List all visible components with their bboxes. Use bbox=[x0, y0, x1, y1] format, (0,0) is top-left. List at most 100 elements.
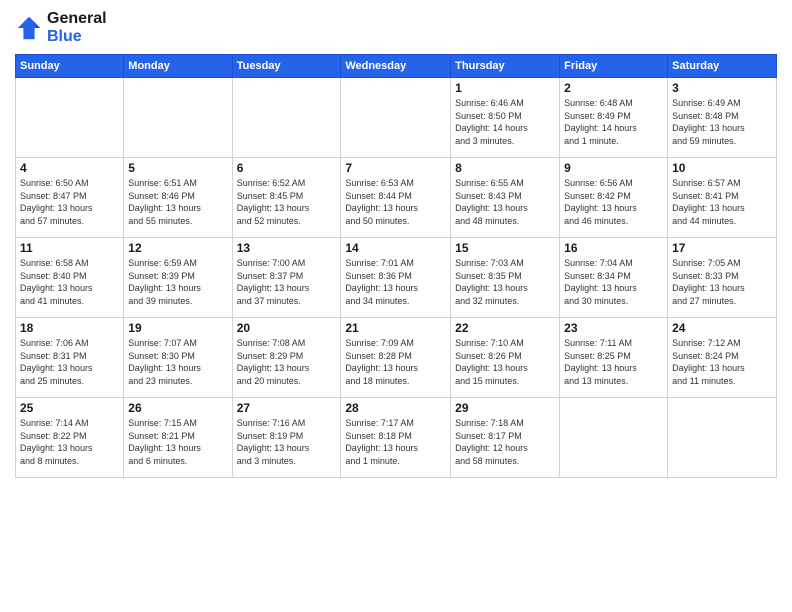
cell-date-number: 21 bbox=[345, 321, 446, 335]
cell-info-text: Sunrise: 6:56 AM Sunset: 8:42 PM Dayligh… bbox=[564, 177, 663, 227]
cell-date-number: 23 bbox=[564, 321, 663, 335]
calendar-cell: 6 Sunrise: 6:52 AM Sunset: 8:45 PM Daylig… bbox=[232, 158, 341, 238]
cell-date-number: 25 bbox=[20, 401, 119, 415]
weekday-header-sunday: Sunday bbox=[16, 55, 124, 78]
cell-info-text: Sunrise: 7:15 AM Sunset: 8:21 PM Dayligh… bbox=[128, 417, 227, 467]
calendar-cell: 29 Sunrise: 7:18 AM Sunset: 8:17 PM Dayli… bbox=[451, 398, 560, 478]
cell-info-text: Sunrise: 7:03 AM Sunset: 8:35 PM Dayligh… bbox=[455, 257, 555, 307]
calendar-cell: 28Sunrise: 7:17 AM Sunset: 8:18 PM Dayli… bbox=[341, 398, 451, 478]
week-row-5: 25 Sunrise: 7:14 AM Sunset: 8:22 PM Dayli… bbox=[16, 398, 777, 478]
cell-date-number: 12 bbox=[128, 241, 227, 255]
calendar-cell: 20 Sunrise: 7:08 AM Sunset: 8:29 PM Dayli… bbox=[232, 318, 341, 398]
cell-info-text: Sunrise: 6:59 AM Sunset: 8:39 PM Dayligh… bbox=[128, 257, 227, 307]
logo-icon bbox=[15, 14, 43, 42]
cell-date-number: 8 bbox=[455, 161, 555, 175]
calendar-cell bbox=[668, 398, 777, 478]
cell-date-number: 3 bbox=[672, 81, 772, 95]
calendar-cell: 21 Sunrise: 7:09 AM Sunset: 8:28 PM Dayli… bbox=[341, 318, 451, 398]
cell-date-number: 28 bbox=[345, 401, 446, 415]
calendar-cell: 27Sunrise: 7:16 AM Sunset: 8:19 PM Dayli… bbox=[232, 398, 341, 478]
weekday-header-wednesday: Wednesday bbox=[341, 55, 451, 78]
cell-date-number: 18 bbox=[20, 321, 119, 335]
cell-info-text: Sunrise: 7:18 AM Sunset: 8:17 PM Dayligh… bbox=[455, 417, 555, 467]
cell-date-number: 29 bbox=[455, 401, 555, 415]
calendar-cell bbox=[560, 398, 668, 478]
cell-date-number: 13 bbox=[237, 241, 337, 255]
calendar-cell: 14Sunrise: 7:01 AM Sunset: 8:36 PM Dayli… bbox=[341, 238, 451, 318]
cell-info-text: Sunrise: 6:53 AM Sunset: 8:44 PM Dayligh… bbox=[345, 177, 446, 227]
cell-info-text: Sunrise: 7:09 AM Sunset: 8:28 PM Dayligh… bbox=[345, 337, 446, 387]
calendar-cell: 13 Sunrise: 7:00 AM Sunset: 8:37 PM Dayli… bbox=[232, 238, 341, 318]
calendar-cell: 8 Sunrise: 6:55 AM Sunset: 8:43 PM Daylig… bbox=[451, 158, 560, 238]
cell-date-number: 20 bbox=[237, 321, 337, 335]
calendar-cell: 7 Sunrise: 6:53 AM Sunset: 8:44 PM Daylig… bbox=[341, 158, 451, 238]
week-row-3: 11 Sunrise: 6:58 AM Sunset: 8:40 PM Dayli… bbox=[16, 238, 777, 318]
calendar-cell bbox=[232, 78, 341, 158]
cell-date-number: 17 bbox=[672, 241, 772, 255]
cell-date-number: 4 bbox=[20, 161, 119, 175]
week-row-4: 18Sunrise: 7:06 AM Sunset: 8:31 PM Dayli… bbox=[16, 318, 777, 398]
cell-date-number: 19 bbox=[128, 321, 227, 335]
calendar-cell: 3 Sunrise: 6:49 AM Sunset: 8:48 PM Daylig… bbox=[668, 78, 777, 158]
cell-info-text: Sunrise: 7:04 AM Sunset: 8:34 PM Dayligh… bbox=[564, 257, 663, 307]
cell-info-text: Sunrise: 6:57 AM Sunset: 8:41 PM Dayligh… bbox=[672, 177, 772, 227]
logo-text: General Blue bbox=[47, 10, 107, 46]
header: General Blue bbox=[15, 10, 777, 46]
cell-date-number: 5 bbox=[128, 161, 227, 175]
cell-info-text: Sunrise: 6:49 AM Sunset: 8:48 PM Dayligh… bbox=[672, 97, 772, 147]
calendar-cell: 22Sunrise: 7:10 AM Sunset: 8:26 PM Dayli… bbox=[451, 318, 560, 398]
calendar-cell: 25 Sunrise: 7:14 AM Sunset: 8:22 PM Dayli… bbox=[16, 398, 124, 478]
cell-info-text: Sunrise: 7:00 AM Sunset: 8:37 PM Dayligh… bbox=[237, 257, 337, 307]
cell-info-text: Sunrise: 7:05 AM Sunset: 8:33 PM Dayligh… bbox=[672, 257, 772, 307]
cell-date-number: 11 bbox=[20, 241, 119, 255]
cell-info-text: Sunrise: 6:48 AM Sunset: 8:49 PM Dayligh… bbox=[564, 97, 663, 147]
weekday-header-thursday: Thursday bbox=[451, 55, 560, 78]
weekday-header-row: SundayMondayTuesdayWednesdayThursdayFrid… bbox=[16, 55, 777, 78]
cell-info-text: Sunrise: 6:50 AM Sunset: 8:47 PM Dayligh… bbox=[20, 177, 119, 227]
cell-info-text: Sunrise: 7:14 AM Sunset: 8:22 PM Dayligh… bbox=[20, 417, 119, 467]
logo: General Blue bbox=[15, 10, 107, 46]
cell-date-number: 7 bbox=[345, 161, 446, 175]
calendar-cell: 5 Sunrise: 6:51 AM Sunset: 8:46 PM Daylig… bbox=[124, 158, 232, 238]
cell-date-number: 22 bbox=[455, 321, 555, 335]
week-row-2: 4 Sunrise: 6:50 AM Sunset: 8:47 PM Daylig… bbox=[16, 158, 777, 238]
cell-date-number: 27 bbox=[237, 401, 337, 415]
weekday-header-saturday: Saturday bbox=[668, 55, 777, 78]
calendar-cell: 18Sunrise: 7:06 AM Sunset: 8:31 PM Dayli… bbox=[16, 318, 124, 398]
cell-info-text: Sunrise: 6:51 AM Sunset: 8:46 PM Dayligh… bbox=[128, 177, 227, 227]
calendar-cell: 11 Sunrise: 6:58 AM Sunset: 8:40 PM Dayli… bbox=[16, 238, 124, 318]
cell-info-text: Sunrise: 7:11 AM Sunset: 8:25 PM Dayligh… bbox=[564, 337, 663, 387]
calendar-cell: 23 Sunrise: 7:11 AM Sunset: 8:25 PM Dayli… bbox=[560, 318, 668, 398]
cell-info-text: Sunrise: 6:46 AM Sunset: 8:50 PM Dayligh… bbox=[455, 97, 555, 147]
cell-date-number: 16 bbox=[564, 241, 663, 255]
calendar-cell: 17 Sunrise: 7:05 AM Sunset: 8:33 PM Dayli… bbox=[668, 238, 777, 318]
calendar-cell bbox=[341, 78, 451, 158]
cell-date-number: 1 bbox=[455, 81, 555, 95]
cell-date-number: 6 bbox=[237, 161, 337, 175]
calendar-cell: 24Sunrise: 7:12 AM Sunset: 8:24 PM Dayli… bbox=[668, 318, 777, 398]
cell-info-text: Sunrise: 7:08 AM Sunset: 8:29 PM Dayligh… bbox=[237, 337, 337, 387]
cell-date-number: 14 bbox=[345, 241, 446, 255]
calendar-cell: 15 Sunrise: 7:03 AM Sunset: 8:35 PM Dayli… bbox=[451, 238, 560, 318]
cell-info-text: Sunrise: 6:55 AM Sunset: 8:43 PM Dayligh… bbox=[455, 177, 555, 227]
week-row-1: 1 Sunrise: 6:46 AM Sunset: 8:50 PM Daylig… bbox=[16, 78, 777, 158]
calendar-cell: 2 Sunrise: 6:48 AM Sunset: 8:49 PM Daylig… bbox=[560, 78, 668, 158]
cell-date-number: 15 bbox=[455, 241, 555, 255]
cell-date-number: 10 bbox=[672, 161, 772, 175]
cell-info-text: Sunrise: 7:12 AM Sunset: 8:24 PM Dayligh… bbox=[672, 337, 772, 387]
weekday-header-monday: Monday bbox=[124, 55, 232, 78]
weekday-header-tuesday: Tuesday bbox=[232, 55, 341, 78]
calendar-cell: 10 Sunrise: 6:57 AM Sunset: 8:41 PM Dayli… bbox=[668, 158, 777, 238]
calendar-cell: 4 Sunrise: 6:50 AM Sunset: 8:47 PM Daylig… bbox=[16, 158, 124, 238]
cell-date-number: 2 bbox=[564, 81, 663, 95]
calendar-table: SundayMondayTuesdayWednesdayThursdayFrid… bbox=[15, 54, 777, 478]
calendar-cell: 26Sunrise: 7:15 AM Sunset: 8:21 PM Dayli… bbox=[124, 398, 232, 478]
calendar-cell: 9Sunrise: 6:56 AM Sunset: 8:42 PM Daylig… bbox=[560, 158, 668, 238]
calendar-cell: 16 Sunrise: 7:04 AM Sunset: 8:34 PM Dayli… bbox=[560, 238, 668, 318]
weekday-header-friday: Friday bbox=[560, 55, 668, 78]
calendar-cell bbox=[124, 78, 232, 158]
cell-info-text: Sunrise: 6:58 AM Sunset: 8:40 PM Dayligh… bbox=[20, 257, 119, 307]
calendar-cell bbox=[16, 78, 124, 158]
page: General Blue SundayMondayTuesdayWednesda… bbox=[0, 0, 792, 612]
cell-info-text: Sunrise: 6:52 AM Sunset: 8:45 PM Dayligh… bbox=[237, 177, 337, 227]
